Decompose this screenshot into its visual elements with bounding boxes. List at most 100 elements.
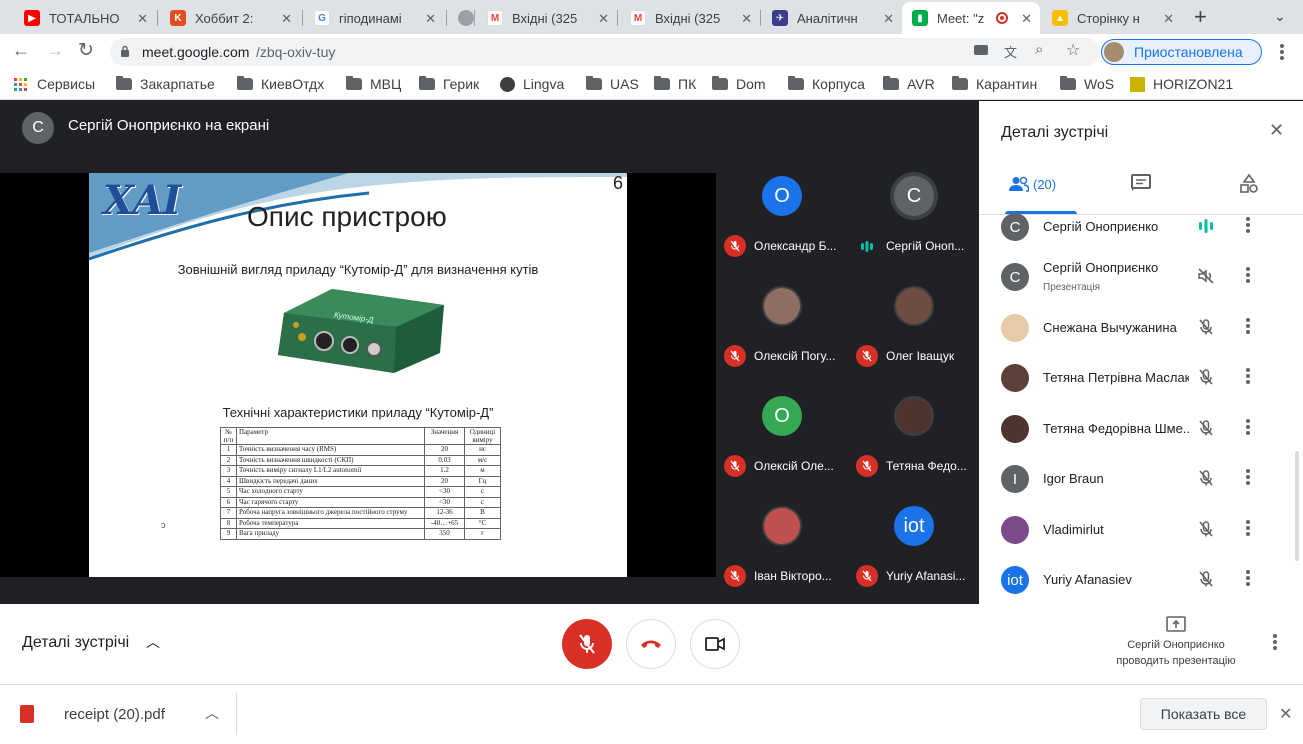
participant-tile[interactable]: iot Yuriy Afanasi... [848,485,978,593]
bookmark-lingva[interactable]: Lingva [500,76,564,92]
tab-2[interactable]: K Хоббит 2: ✕ [160,2,300,34]
reload-icon[interactable]: ↻ [78,39,94,62]
address-bar[interactable]: meet.google.com /zbq-oxiv-tuy 文 ⌕ ☆ [110,38,1100,66]
tab-9[interactable]: ▲ Сторінку н ✕ [1042,2,1182,34]
participant-more-icon[interactable] [1245,316,1251,340]
bookmark-folder[interactable]: Герик [419,76,479,92]
bookmark-folder[interactable]: UAS [586,76,639,92]
participant-row[interactable]: Снежана Вычужанина [979,303,1303,353]
table-title: Технічні характеристики приладу “Кутомір… [222,405,494,420]
download-filename[interactable]: receipt (20).pdf [64,706,165,723]
tab-7[interactable]: ✈ Аналітичн ✕ [762,2,902,34]
participant-more-icon[interactable] [1245,417,1251,441]
close-tab-icon[interactable]: ✕ [1021,11,1032,27]
close-tab-icon[interactable]: ✕ [137,11,148,27]
participant-row[interactable]: I Igor Braun [979,454,1303,504]
mic-toggle-button[interactable] [562,619,612,669]
spec-header-cell: № п/п [220,427,237,445]
zoom-icon[interactable]: ⌕ [1035,41,1043,58]
gmail-icon: M [487,10,503,26]
participant-more-icon[interactable] [1245,467,1251,491]
bookmark-folder[interactable]: Карантин [952,76,1037,92]
bookmark-folder[interactable]: WoS [1060,76,1114,92]
slide-number: 6 [613,173,624,193]
participant-tile[interactable]: О Олексій Оле... [716,375,846,483]
tab-4[interactable] [448,2,476,34]
close-tab-icon[interactable]: ✕ [425,11,436,27]
xai-logo: ХАІ [103,177,181,224]
participant-more-icon[interactable] [1245,366,1251,390]
tab-meet-active[interactable]: ▮ Meet: "z ✕ [902,2,1040,34]
participant-row[interactable]: Тетяна Федорівна Шме... [979,404,1303,454]
close-panel-icon[interactable]: ✕ [1269,120,1284,141]
bookmark-folder[interactable]: Корпуса [788,76,865,92]
translate-icon[interactable]: 文 [1004,42,1017,61]
drive-icon: ▲ [1052,10,1068,26]
participant-tile[interactable]: Іван Вікторо... [716,485,846,593]
participant-name: Yuriy Afanasi... [886,569,966,583]
tab-1[interactable]: ▶ ТОТАЛЬНО ✕ [14,2,156,34]
participant-tile[interactable]: Тетяна Федо... [848,375,978,483]
activities-icon[interactable] [1239,173,1259,199]
participant-more-icon[interactable] [1245,568,1251,592]
star-icon[interactable]: ☆ [1066,40,1080,60]
panel-title: Деталі зустрічі [1001,124,1109,141]
bookmark-folder[interactable]: МВЦ [346,76,401,92]
close-tab-icon[interactable]: ✕ [883,11,894,27]
bookmark-folder[interactable]: КиевОтдх [237,76,324,92]
details-toggle-label[interactable]: Деталі зустрічі [22,634,129,652]
bookmark-folder[interactable]: ПК [654,76,696,92]
participant-row[interactable]: С Сергій Оноприєнко Презентація [979,252,1303,302]
participant-tile[interactable]: О Олександр Б... [716,155,846,263]
tab-6[interactable]: M Вхідні (325 ✕ [620,2,760,34]
spec-cell: Точність визначення часу (RMS) [236,444,425,456]
back-icon[interactable]: ← [12,40,30,61]
close-download-bar-icon[interactable]: ✕ [1279,704,1292,724]
kinopoisk-icon: K [170,10,186,26]
scrollbar[interactable] [1295,451,1299,561]
bookmark-folder[interactable]: AVR [883,76,935,92]
participant-more-icon[interactable] [1245,215,1251,239]
bookmark-folder[interactable]: Dom [712,76,766,92]
show-all-downloads-button[interactable]: Показать все [1140,698,1267,730]
horizon-icon [1130,76,1145,92]
close-tab-icon[interactable]: ✕ [1163,11,1174,27]
participant-row[interactable]: Vladimirlut [979,505,1303,555]
download-chevron-icon[interactable]: ︿ [205,703,219,723]
bookmark-apps[interactable]: Сервисы [14,76,95,92]
chevron-up-icon[interactable]: ︿ [146,632,160,652]
close-tab-icon[interactable]: ✕ [598,11,609,27]
tab-3[interactable]: G гіподинамі ✕ [304,2,444,34]
leave-call-button[interactable] [626,619,676,669]
participant-more-icon[interactable] [1245,265,1251,289]
browser-menu-icon[interactable] [1280,42,1284,62]
present-screen-icon[interactable] [1166,616,1186,637]
presenter-avatar: С [22,112,54,144]
participant-tile[interactable]: Олексій Погу... [716,265,846,373]
bookmark-folder[interactable]: Закарпатье [116,76,215,92]
spec-header-cell: Значення [424,427,465,445]
new-tab-icon[interactable]: + [1194,4,1207,30]
participant-tile[interactable]: С Сергій Оноп... [848,155,978,263]
tab-5[interactable]: M Вхідні (325 ✕ [477,2,617,34]
participant-row[interactable]: iot Yuriy Afanasiev [979,555,1303,604]
participant-row[interactable]: Тетяна Петрівна Маслак [979,353,1303,403]
spec-cell: 4 [220,475,237,487]
close-tab-icon[interactable]: ✕ [281,11,292,27]
download-bar: receipt (20).pdf ︿ Показать все ✕ [0,684,1303,744]
camera-icon[interactable] [974,45,988,55]
participant-name: Тетяна Федо... [886,459,967,473]
profile-paused-button[interactable]: Приостановлена [1101,39,1262,65]
forward-icon[interactable]: → [46,40,64,61]
participant-more-icon[interactable] [1245,518,1251,542]
folder-icon [346,76,362,90]
chat-icon[interactable] [1131,174,1151,197]
participant-tile[interactable]: Олег Іващук [848,265,978,373]
camera-toggle-button[interactable] [690,619,740,669]
close-tab-icon[interactable]: ✕ [741,11,752,27]
more-options-icon[interactable] [1273,632,1277,652]
participant-row[interactable]: С Сергій Оноприєнко [979,202,1303,252]
tab-search-chevron-icon[interactable]: ⌄ [1274,8,1286,25]
bookmark-horizon[interactable]: HORIZON21 [1130,76,1233,92]
participant-name: Олександр Б... [754,239,837,253]
